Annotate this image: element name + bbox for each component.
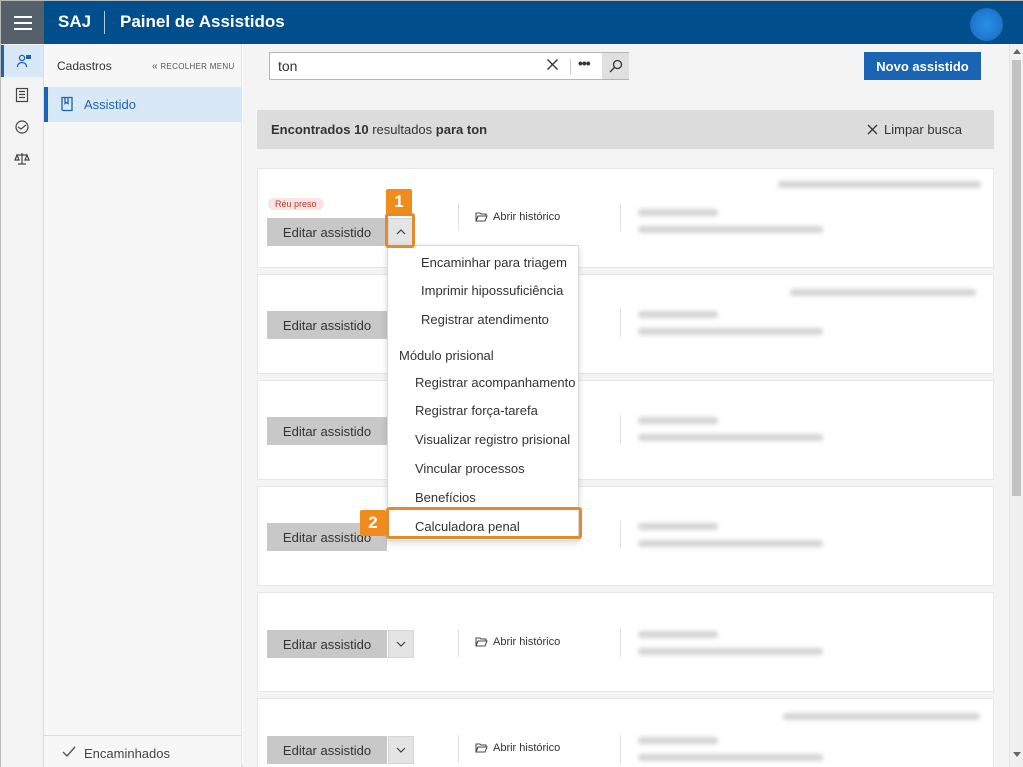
title-separator — [104, 11, 105, 34]
result-card: Editar assistido — [257, 380, 994, 480]
menu-item-beneficios[interactable]: Benefícios — [415, 490, 476, 505]
open-history-link[interactable]: Abrir histórico — [475, 742, 560, 754]
result-card: Editar assistido Abrir histórico — [257, 592, 994, 692]
results-banner: Encontrados 10 resultados para ton Limpa… — [257, 110, 994, 149]
edit-assistido-button[interactable]: Editar assistido — [267, 736, 387, 764]
menu-item-visualizar-registro-prisional[interactable]: Visualizar registro prisional — [415, 432, 570, 447]
menu-item-imprimir-hipossuficiencia[interactable]: Imprimir hipossuficiência — [421, 283, 563, 298]
edit-options-toggle[interactable] — [388, 736, 414, 764]
step-callout-1: 1 — [386, 189, 412, 215]
sidebar-item-encaminhados[interactable]: Encaminhados — [44, 735, 242, 767]
status-badge: Réu preso — [268, 198, 324, 210]
scroll-up-arrow-icon[interactable] — [1013, 49, 1021, 54]
edit-options-toggle[interactable] — [388, 630, 414, 658]
checkmark-icon — [62, 745, 76, 763]
sidebar-item-label: Encaminhados — [84, 746, 170, 761]
step-highlight-1 — [385, 213, 415, 248]
close-icon — [547, 59, 558, 70]
results-summary: Encontrados 10 resultados para ton — [271, 122, 488, 137]
result-card: Editar assistido — [257, 274, 994, 374]
collapse-menu-label: RECOLHER MENU — [160, 62, 235, 71]
search-input[interactable] — [278, 58, 528, 74]
sidebar-item-label: Assistido — [84, 97, 137, 112]
chevron-down-icon — [396, 747, 406, 753]
scales-icon[interactable] — [1, 143, 43, 175]
step-highlight-2 — [386, 507, 582, 539]
edit-assistido-button[interactable]: Editar assistido — [267, 417, 387, 445]
top-bar: SAJ Painel de Assistidos — [1, 1, 1023, 44]
folder-open-icon — [475, 743, 488, 753]
edit-assistido-button[interactable]: Editar assistido — [267, 630, 387, 658]
sidebar: Cadastros « RECOLHER MENU Assistido Enca… — [44, 44, 242, 767]
scroll-thumb[interactable] — [1012, 60, 1021, 496]
result-card: Editar assistido — [257, 486, 994, 586]
person-list-icon[interactable] — [1, 45, 43, 77]
menu-section-modulo-prisional: Módulo prisional — [399, 348, 494, 363]
folder-open-icon — [475, 212, 488, 222]
result-card: Réu preso Editar assistido Abrir históri… — [257, 168, 994, 268]
handshake-icon[interactable] — [1, 111, 43, 143]
sidebar-item-assistido[interactable]: Assistido — [44, 87, 242, 122]
app-brand: SAJ — [58, 12, 92, 31]
more-options-button[interactable]: ••• — [578, 55, 591, 71]
double-chevron-left-icon: « — [152, 61, 158, 72]
edit-assistido-button[interactable]: Editar assistido — [267, 311, 387, 339]
book-icon — [60, 96, 74, 117]
new-assistido-button[interactable]: Novo assistido — [864, 52, 981, 80]
edit-options-menu: Encaminhar para triagem Imprimir hipossu… — [387, 245, 579, 541]
search-box: ••• — [269, 52, 629, 80]
page-title: Painel de Assistidos — [120, 12, 285, 31]
result-card: Editar assistido Abrir histórico — [257, 698, 994, 767]
collapse-menu-button[interactable]: « RECOLHER MENU — [152, 61, 235, 72]
hamburger-icon — [13, 15, 32, 18]
edit-assistido-button[interactable]: Editar assistido — [267, 218, 387, 246]
clear-search-link[interactable]: Limpar busca — [867, 122, 962, 137]
search-button[interactable] — [602, 53, 629, 79]
avatar[interactable] — [970, 8, 1003, 41]
menu-item-registrar-acompanhamento[interactable]: Registrar acompanhamento — [415, 375, 575, 390]
step-callout-2: 2 — [360, 510, 386, 536]
sidebar-title: Cadastros — [57, 59, 112, 73]
folder-open-icon — [475, 637, 488, 647]
clear-search-button[interactable] — [546, 58, 559, 76]
search-divider — [570, 59, 571, 74]
menu-item-registrar-forca-tarefa[interactable]: Registrar força-tarefa — [415, 403, 538, 418]
scroll-down-arrow-icon[interactable] — [1013, 752, 1021, 757]
icon-bar — [1, 44, 44, 767]
open-history-link[interactable]: Abrir histórico — [475, 636, 560, 648]
menu-item-vincular-processos[interactable]: Vincular processos — [415, 461, 525, 476]
menu-item-encaminhar-triagem[interactable]: Encaminhar para triagem — [421, 255, 567, 270]
scrollbar[interactable] — [1009, 44, 1023, 767]
search-icon — [609, 59, 622, 73]
open-history-link[interactable]: Abrir histórico — [475, 211, 560, 223]
close-icon — [867, 124, 878, 135]
hamburger-menu-button[interactable] — [1, 1, 44, 44]
chevron-down-icon — [396, 641, 406, 647]
ledger-icon[interactable] — [1, 79, 43, 111]
menu-item-registrar-atendimento[interactable]: Registrar atendimento — [421, 312, 549, 327]
